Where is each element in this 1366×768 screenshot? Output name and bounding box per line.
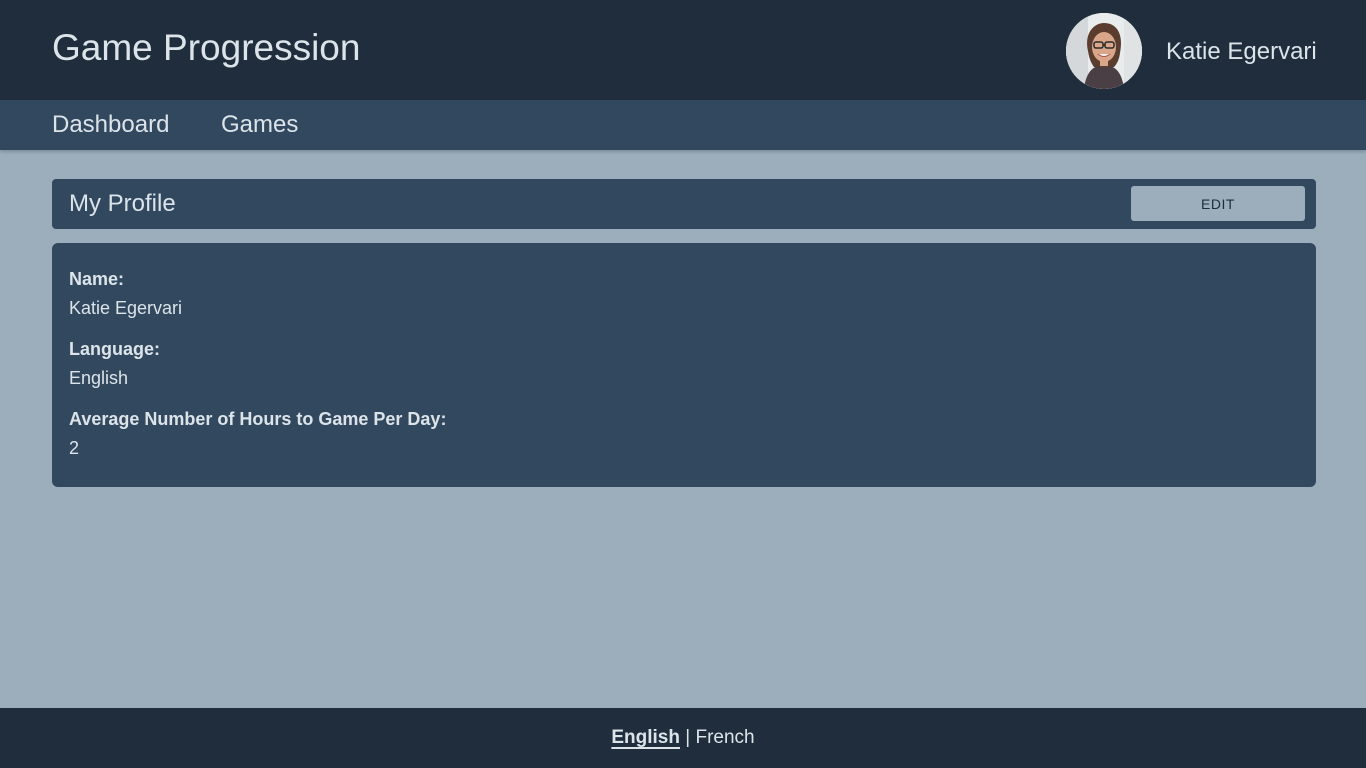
page-title: My Profile: [69, 190, 176, 217]
app-header: Game Progression Katie Egervari: [0, 0, 1366, 100]
user-avatar-image: [1066, 13, 1142, 89]
profile-details-card: Name: Katie Egervari Language: English A…: [52, 243, 1316, 487]
user-name[interactable]: Katie Egervari: [1166, 38, 1317, 66]
profile-title-bar: My Profile EDIT: [52, 179, 1316, 229]
app-title: Game Progression: [52, 27, 361, 68]
language-option-english[interactable]: English: [611, 727, 680, 748]
edit-button[interactable]: EDIT: [1131, 186, 1305, 221]
hours-per-day-value: 2: [69, 438, 80, 458]
main-nav: Dashboard Games: [0, 100, 1366, 150]
language-value: English: [69, 368, 129, 388]
language-label: Language:: [69, 339, 161, 359]
language-switcher: English | French: [0, 727, 1366, 749]
language-separator: |: [685, 727, 691, 748]
language-option-french[interactable]: French: [695, 727, 754, 748]
avatar[interactable]: [1066, 13, 1142, 89]
nav-item-games[interactable]: Games: [221, 111, 298, 139]
name-label: Name:: [69, 269, 125, 289]
name-value: Katie Egervari: [69, 298, 183, 318]
footer: English | French: [0, 708, 1366, 768]
nav-item-dashboard[interactable]: Dashboard: [52, 111, 169, 139]
hours-per-day-label: Average Number of Hours to Game Per Day:: [69, 409, 447, 429]
